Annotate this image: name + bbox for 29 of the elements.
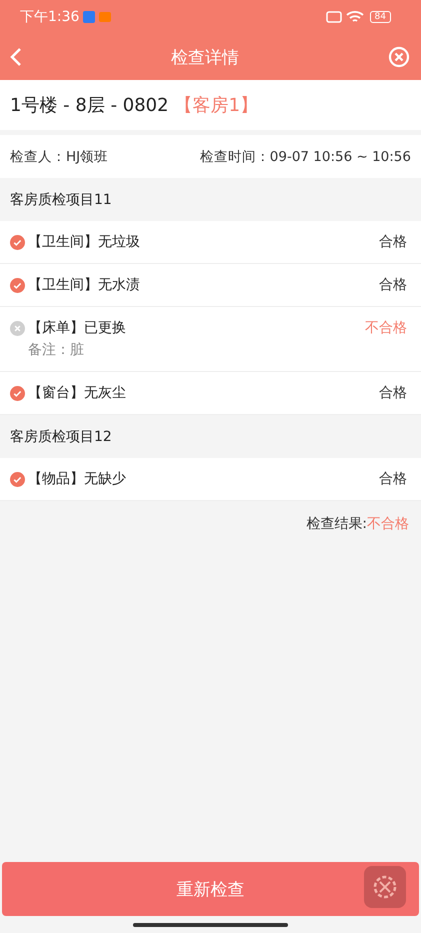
result-label: 检查结果: — [306, 515, 367, 533]
item-label: 【窗台】无灰尘 — [28, 384, 126, 402]
back-icon[interactable] — [10, 47, 22, 67]
item-label: 【床单】已更换 — [28, 319, 126, 337]
page-title: 检查详情 — [171, 46, 239, 68]
wifi-icon — [346, 10, 364, 24]
item-result: 合格 — [379, 384, 407, 402]
item-result: 合格 — [379, 276, 407, 294]
battery-icon: 84 — [370, 11, 391, 23]
item-result: 不合格 — [365, 319, 407, 337]
result-value: 不合格 — [367, 515, 409, 533]
item-label: 【卫生间】无垃圾 — [28, 233, 140, 251]
room-tag: 【客房1】 — [174, 93, 258, 117]
item-note: 备注：脏 — [27, 341, 85, 359]
item-result: 合格 — [379, 233, 407, 251]
inspector-label: 检查人：HJ领班 — [10, 148, 108, 166]
inspection-time: 检查时间：09-07 10:56 ~ 10:56 — [200, 148, 411, 166]
recheck-button[interactable]: 重新检查 — [2, 862, 419, 916]
app-icon — [99, 12, 112, 22]
sim-icon — [326, 11, 342, 23]
room-location: 1号楼 - 8层 - 0802 — [10, 94, 169, 117]
item-result: 合格 — [379, 470, 407, 488]
status-time: 下午1:36 — [20, 8, 80, 26]
section-title: 客房质检项目12 — [9, 428, 113, 446]
section-title: 客房质检项目11 — [9, 190, 113, 210]
item-label: 【物品】无缺少 — [28, 470, 126, 488]
app-icon — [83, 11, 96, 23]
item-label: 【卫生间】无水渍 — [28, 276, 140, 294]
close-icon[interactable] — [388, 46, 410, 68]
